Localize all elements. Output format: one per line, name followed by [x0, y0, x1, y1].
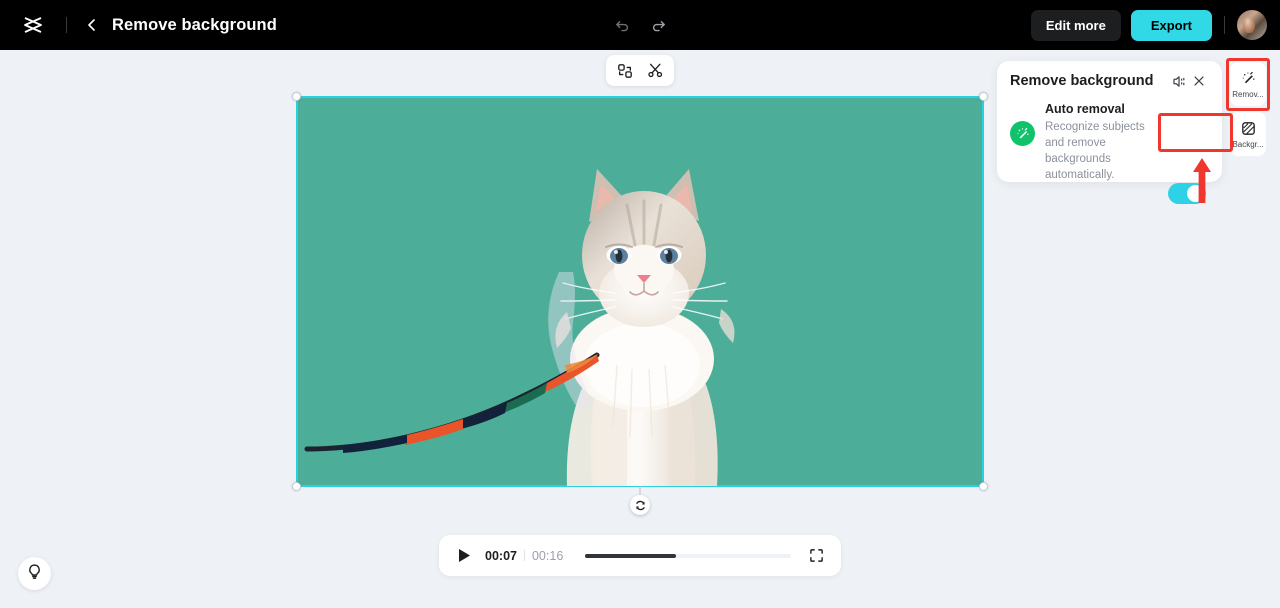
scissors-split-icon[interactable]: [644, 60, 666, 82]
page-title: Remove background: [112, 15, 277, 34]
header-divider: [66, 17, 67, 33]
lightbulb-icon: [26, 563, 43, 585]
magic-wand-icon: [1239, 70, 1257, 88]
sidebar-item-remove-background[interactable]: Remov...: [1230, 62, 1266, 106]
auto-removal-title: Auto removal: [1045, 102, 1125, 116]
preview-canvas-wrapper[interactable]: [292, 92, 988, 515]
capcut-editor-window: Remove background Edit more Export 00:07…: [0, 0, 1280, 608]
close-icon[interactable]: [1189, 71, 1209, 91]
play-button[interactable]: [455, 547, 473, 565]
total-time: 00:16: [531, 548, 564, 563]
avatar[interactable]: [1237, 10, 1267, 40]
speaker-icon[interactable]: [1169, 71, 1189, 91]
resize-handle-top-right[interactable]: [979, 92, 988, 101]
clip-toolbar: [606, 55, 674, 86]
sidebar-item-label: Remov...: [1232, 89, 1264, 99]
auto-removal-toggle[interactable]: [1168, 183, 1206, 204]
undo-icon[interactable]: [609, 12, 635, 38]
preview-canvas[interactable]: [296, 96, 984, 487]
magic-wand-icon: [1010, 121, 1035, 146]
panel-body: Auto removal Recognize subjects and remo…: [1010, 101, 1209, 183]
sidebar-item-background[interactable]: Backgr...: [1230, 112, 1266, 156]
panel-header: Remove background: [1010, 71, 1209, 91]
time-separator: [523, 550, 525, 561]
hatched-square-icon: [1239, 120, 1257, 138]
progress-fill: [585, 553, 676, 558]
progress-bar[interactable]: [585, 553, 791, 558]
capcut-logo-icon[interactable]: [18, 10, 48, 40]
auto-removal-description: Recognize subjects and remove background…: [1045, 121, 1145, 181]
export-button[interactable]: Export: [1130, 9, 1212, 41]
replace-clip-icon[interactable]: [614, 60, 636, 82]
rotate-icon[interactable]: [630, 495, 650, 515]
resize-handle-bottom-right[interactable]: [979, 482, 988, 491]
resize-handle-bottom-left[interactable]: [292, 482, 301, 491]
help-button[interactable]: [18, 557, 51, 590]
fullscreen-icon[interactable]: [807, 547, 825, 565]
back-button[interactable]: [81, 14, 103, 36]
current-time: 00:07: [485, 548, 517, 563]
player-controls: 00:07 00:16: [439, 535, 841, 576]
redo-icon[interactable]: [645, 12, 671, 38]
edit-more-button[interactable]: Edit more: [1030, 9, 1121, 41]
remove-background-panel: Remove background Auto removal Recognize…: [997, 61, 1222, 204]
cat-image: [304, 169, 735, 486]
panel-option-texts: Auto removal Recognize subjects and remo…: [1045, 101, 1163, 183]
toggle-knob: [1187, 185, 1204, 202]
panel-title: Remove background: [1010, 73, 1154, 89]
app-header: Remove background Edit more Export: [0, 0, 1280, 50]
right-sidebar-rail: Remov... Backgr...: [1230, 62, 1266, 156]
sidebar-item-label: Backgr...: [1232, 139, 1264, 149]
header-actions: Edit more Export: [1030, 0, 1267, 50]
resize-handle-top-left[interactable]: [292, 92, 301, 101]
header-divider-2: [1224, 16, 1225, 34]
